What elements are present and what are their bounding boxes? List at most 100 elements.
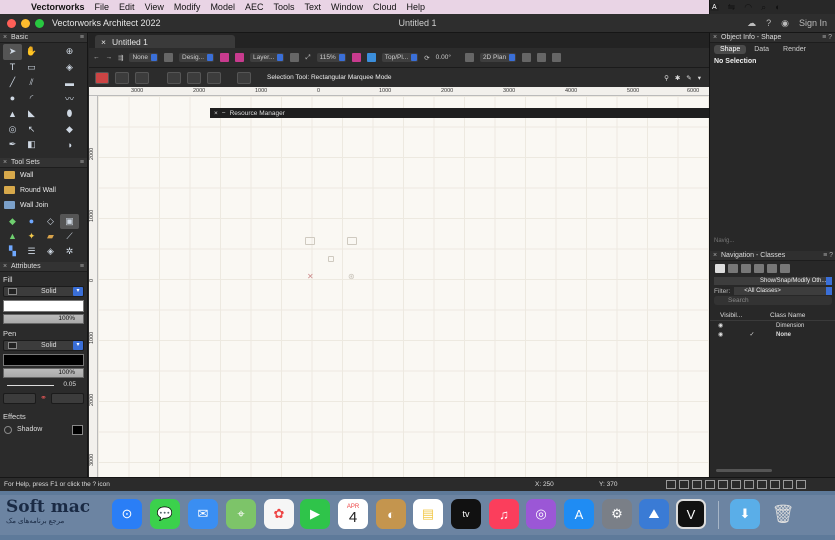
music-icon[interactable]: ♫ [489, 499, 519, 529]
class-dropdown[interactable]: None [129, 53, 158, 62]
grid-icon[interactable] [351, 53, 361, 62]
furniture-icon[interactable]: ▰ [41, 229, 60, 244]
cloud-icon[interactable]: ☁ [747, 18, 756, 29]
wifi-icon[interactable]: ◠ [744, 2, 752, 13]
menu-aec[interactable]: AEC [242, 2, 271, 12]
sheets-icon[interactable] [741, 264, 751, 273]
angle-value[interactable]: 0.00° [436, 54, 451, 61]
references-icon[interactable] [767, 264, 777, 273]
calendar-icon[interactable]: APR 4 [338, 499, 368, 529]
symbols-icon[interactable] [780, 264, 790, 273]
oval-tool-icon[interactable]: ⬮ [60, 106, 79, 122]
snap-icon[interactable]: ⚲ [664, 74, 669, 82]
resource-manager-palette[interactable]: × − Resource Manager [210, 108, 709, 118]
snap-object-icon[interactable] [679, 480, 689, 489]
photos-icon[interactable]: ✿ [264, 499, 294, 529]
facetime-icon[interactable]: ▶ [300, 499, 330, 529]
selection-tool-icon[interactable]: ➤ [3, 44, 22, 60]
vectorworks-icon[interactable]: V [676, 499, 706, 529]
landscape-icon[interactable]: ▲ [3, 229, 22, 244]
snap-tangent-icon[interactable] [731, 480, 741, 489]
flyover-tool-icon[interactable]: ◈ [60, 60, 79, 76]
pen-opacity[interactable]: 100% [3, 367, 84, 378]
lasso-mode-button[interactable] [187, 71, 201, 84]
close-icon[interactable]: × [713, 34, 721, 41]
user-icon[interactable]: ◉ [781, 18, 789, 29]
scrollbar[interactable] [716, 469, 772, 472]
start-marker-dropdown[interactable] [3, 392, 37, 404]
cursor-settings-icon[interactable]: ▾ [698, 74, 701, 82]
gear-icon[interactable] [796, 480, 806, 489]
safari-icon[interactable]: ⊙ [112, 499, 142, 529]
snap-edge-icon[interactable] [757, 480, 767, 489]
close-icon[interactable]: × [214, 110, 218, 117]
tab-render[interactable]: Render [777, 45, 812, 54]
menu-text[interactable]: Text [301, 2, 328, 12]
standard-view-dropdown[interactable]: Top/Pl... [381, 53, 419, 62]
horizontal-ruler[interactable]: 3000 2000 1000 0 1000 2000 3000 4000 500… [89, 87, 709, 96]
menu-app-name[interactable]: Vectorworks [28, 2, 92, 12]
back-icon[interactable]: ← [93, 54, 100, 61]
gear-icon[interactable]: ✱ [675, 74, 680, 82]
tab-data[interactable]: Data [748, 45, 775, 54]
move-tool-icon[interactable]: ↖ [22, 122, 41, 138]
eye-icon[interactable]: ◉ [710, 331, 728, 338]
freehand-tool-icon[interactable]: 〰 [60, 91, 79, 107]
eyedropper-tool-icon[interactable]: ✒ [3, 137, 22, 153]
tool-set-item-wall-join[interactable]: Wall Join [0, 198, 87, 213]
dims-notes-icon[interactable]: ☰ [22, 244, 41, 259]
circle-tool-icon[interactable]: ● [3, 91, 22, 107]
text-tool-icon[interactable]: T [3, 60, 22, 76]
visibility-tool-icon[interactable]: ◑ [60, 137, 79, 153]
snap-grid-icon[interactable] [666, 480, 676, 489]
tool-set-item-round-wall[interactable]: Round Wall [0, 183, 87, 198]
attribute-tool-icon[interactable]: ◧ [22, 137, 41, 153]
fill-opacity[interactable]: 100% [3, 313, 84, 324]
camera-icon[interactable] [522, 53, 532, 62]
menu-view[interactable]: View [142, 2, 171, 12]
app-store-icon[interactable]: A [564, 499, 594, 529]
vectorworks-installer-icon[interactable]: ⛰ [639, 499, 669, 529]
layers-icon[interactable] [728, 264, 738, 273]
menu-edit[interactable]: Edit [116, 2, 142, 12]
menu-icon[interactable]: ≡ ? [823, 252, 833, 259]
space-planning-icon[interactable]: ⟋ [60, 229, 79, 244]
column-class-name[interactable]: Class Name [750, 312, 805, 319]
eye-icon[interactable]: ◉ [710, 322, 728, 329]
polygon-tool-icon[interactable]: ▲ [3, 106, 22, 122]
menu-cloud[interactable]: Cloud [370, 2, 404, 12]
building-shell-icon[interactable]: ◆ [3, 214, 22, 229]
view-icon[interactable] [366, 53, 376, 62]
polygon-mode-button[interactable] [207, 71, 221, 84]
link-icon[interactable]: ⚭ [40, 393, 47, 404]
messages-icon[interactable]: 💬 [150, 499, 180, 529]
slab-icon[interactable]: ◇ [41, 214, 60, 229]
classes-icon[interactable] [715, 264, 725, 273]
search-icon[interactable]: ⌕ [761, 2, 766, 13]
downloads-folder-icon[interactable]: ⬇ [730, 499, 760, 529]
table-row[interactable]: ◉ Dimension [710, 321, 835, 330]
target-tool-icon[interactable]: ◎ [3, 122, 22, 138]
menu-icon[interactable]: ≡ [80, 263, 84, 270]
snap-surface-icon[interactable] [770, 480, 780, 489]
close-icon[interactable]: × [101, 37, 106, 47]
detailing-icon[interactable]: ▣ [60, 213, 79, 229]
render-mode-icon[interactable] [464, 53, 474, 62]
trash-icon[interactable]: 🗑 [768, 499, 798, 529]
fill-style-dropdown[interactable]: Solid ▾ [3, 285, 84, 297]
podcasts-icon[interactable]: ◎ [526, 499, 556, 529]
machine-design-icon[interactable]: ✲ [60, 244, 79, 259]
layer-dropdown[interactable]: Layer... [250, 53, 285, 62]
close-window-button[interactable] [7, 18, 16, 28]
menu-help[interactable]: Help [404, 2, 433, 12]
layer-options-icon[interactable] [235, 53, 245, 62]
share-icon[interactable]: ⇶ [118, 54, 123, 62]
column-visibility[interactable]: Visibil... [710, 312, 750, 319]
disable-interactive-mode-button[interactable] [95, 71, 109, 84]
close-icon[interactable]: × [3, 263, 11, 270]
polygonal-marquee-button[interactable] [135, 71, 149, 84]
menu-modify[interactable]: Modify [171, 2, 208, 12]
pen-color-bar[interactable] [3, 353, 84, 366]
maps-icon[interactable]: ⌖ [226, 499, 256, 529]
menu-file[interactable]: File [92, 2, 117, 12]
